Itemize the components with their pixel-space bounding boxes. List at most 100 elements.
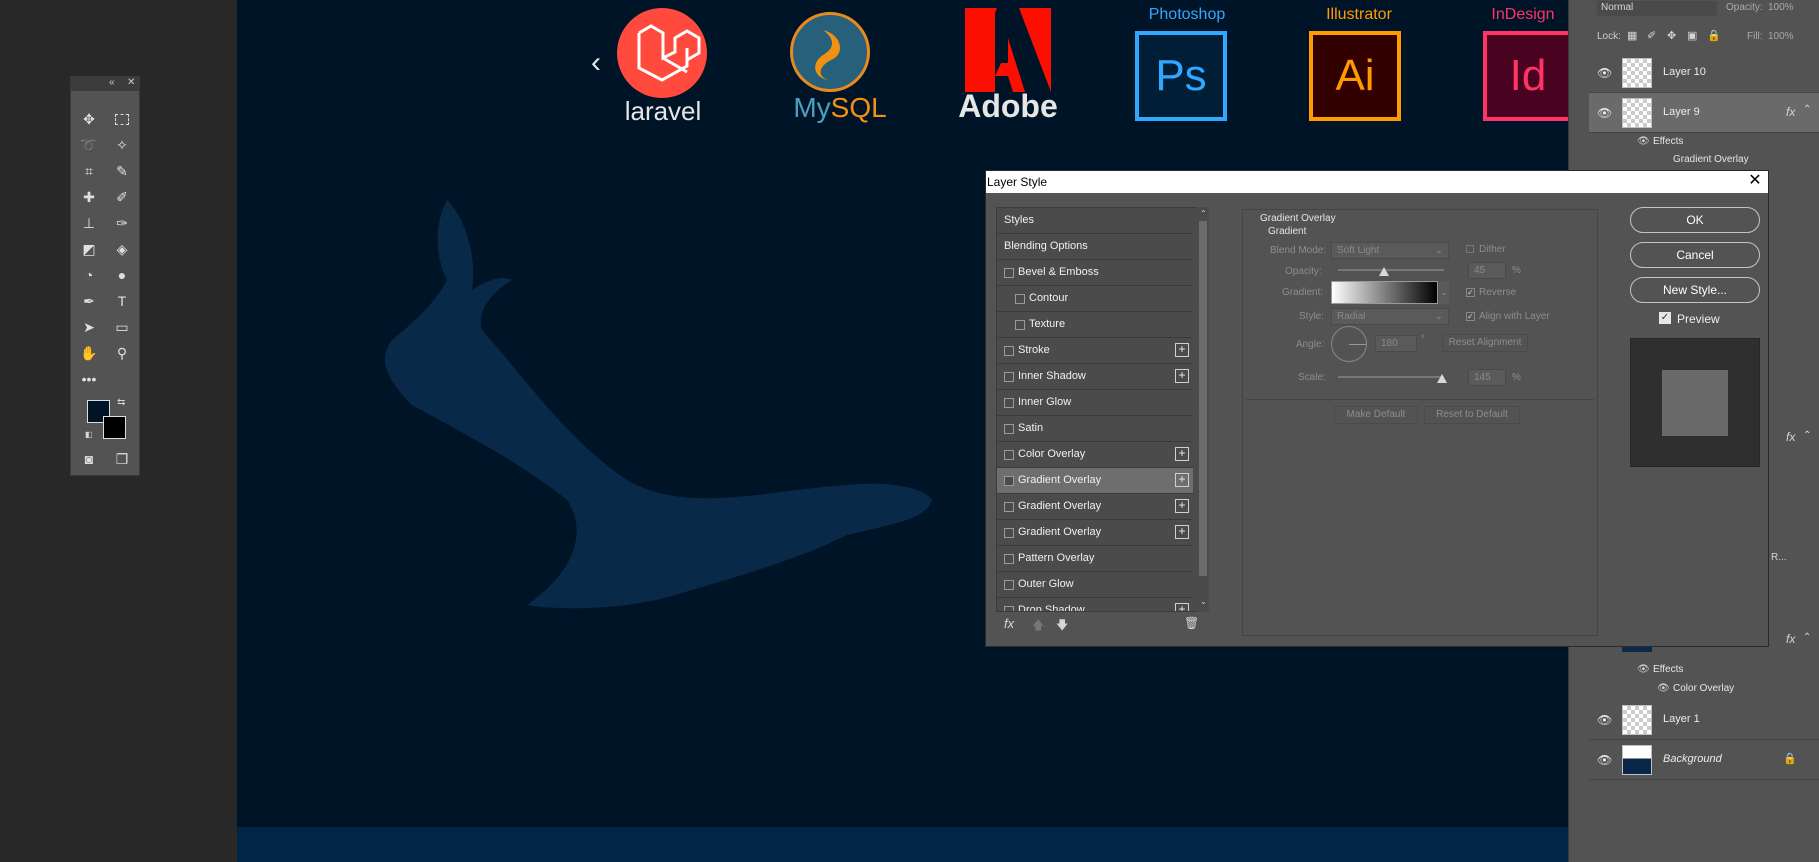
style-checkbox[interactable]: [1004, 502, 1014, 512]
healing-brush-tool-icon[interactable]: ✚: [78, 186, 100, 208]
opacity-value[interactable]: 100%: [1768, 2, 1794, 13]
opacity-slider-track[interactable]: [1338, 269, 1444, 271]
styles-list-scrollbar[interactable]: ⌃ ⌄: [1197, 207, 1209, 612]
carousel-prev-arrow[interactable]: ‹: [591, 46, 601, 80]
dialog-title-bar[interactable]: Layer Style ✕: [986, 171, 1768, 193]
color-overlay-eye-icon[interactable]: 👁: [1657, 683, 1670, 694]
visibility-eye-icon[interactable]: 👁: [1597, 713, 1612, 727]
type-tool-icon[interactable]: T: [111, 290, 133, 312]
lock-pixels-icon[interactable]: ▦: [1627, 29, 1637, 42]
make-default-button[interactable]: Make Default: [1334, 406, 1418, 424]
lasso-tool-icon[interactable]: ➰: [78, 134, 100, 156]
style-checkbox[interactable]: [1004, 450, 1014, 460]
add-style-icon[interactable]: +: [1175, 603, 1189, 611]
lock-artboard-icon[interactable]: ▣: [1687, 29, 1697, 42]
scale-slider-track[interactable]: [1338, 376, 1444, 378]
add-style-icon[interactable]: +: [1175, 473, 1189, 487]
marquee-tool-icon[interactable]: [111, 108, 133, 130]
eraser-tool-icon[interactable]: ◩: [78, 238, 100, 260]
pen-tool-icon[interactable]: ✒: [78, 290, 100, 312]
effects-eye-icon[interactable]: 👁: [1637, 136, 1650, 147]
add-style-icon[interactable]: +: [1175, 447, 1189, 461]
style-item[interactable]: Outer Glow: [997, 572, 1193, 598]
background-color-swatch[interactable]: [103, 416, 126, 439]
expand-effects-icon-3[interactable]: ⌃: [1803, 632, 1811, 643]
style-item[interactable]: Stroke +: [997, 338, 1193, 364]
style-item[interactable]: Pattern Overlay: [997, 546, 1193, 572]
style-checkbox[interactable]: [1015, 294, 1025, 304]
style-checkbox[interactable]: [1004, 476, 1014, 486]
blend-mode-select[interactable]: Soft Light ⌄: [1331, 242, 1449, 259]
lock-position-icon[interactable]: ✥: [1667, 29, 1676, 42]
style-item[interactable]: Gradient Overlay +: [997, 468, 1193, 494]
gradient-picker[interactable]: [1331, 281, 1438, 304]
screen-mode-icon[interactable]: ❐: [111, 448, 133, 470]
style-item[interactable]: Gradient Overlay +: [997, 494, 1193, 520]
reset-alignment-button[interactable]: Reset Alignment: [1442, 334, 1528, 352]
add-style-icon[interactable]: +: [1175, 369, 1189, 383]
move-tool-icon[interactable]: ✥: [78, 108, 100, 130]
visibility-eye-icon[interactable]: 👁: [1597, 66, 1612, 80]
style-item[interactable]: Inner Shadow +: [997, 364, 1193, 390]
style-checkbox[interactable]: [1015, 320, 1025, 330]
add-style-icon[interactable]: +: [1175, 499, 1189, 513]
hand-tool-icon[interactable]: ✋: [78, 342, 100, 364]
gradient-dropdown-icon[interactable]: ⌄: [1439, 281, 1449, 304]
effect-color-overlay[interactable]: Color Overlay: [1673, 683, 1734, 694]
clone-stamp-tool-icon[interactable]: ⊥: [78, 212, 100, 234]
layer-row-layer-10[interactable]: 👁 Layer 10: [1589, 53, 1819, 93]
preview-checkbox[interactable]: ✓: [1659, 312, 1671, 324]
move-up-icon[interactable]: 🡅: [1032, 616, 1044, 637]
style-item[interactable]: Texture: [997, 312, 1193, 338]
angle-dial[interactable]: [1331, 326, 1367, 362]
visibility-eye-icon[interactable]: 👁: [1597, 753, 1612, 767]
layer-fx-badge-2[interactable]: fx: [1786, 430, 1795, 444]
default-colors-icon[interactable]: ◧: [85, 430, 93, 439]
reset-to-default-button[interactable]: Reset to Default: [1424, 406, 1520, 424]
scale-slider-thumb[interactable]: [1437, 374, 1447, 383]
style-item[interactable]: Gradient Overlay +: [997, 520, 1193, 546]
lock-paint-icon[interactable]: ✐: [1647, 29, 1656, 42]
history-brush-tool-icon[interactable]: ✑: [111, 212, 133, 234]
blur-tool-icon[interactable]: ◔: [78, 264, 100, 286]
paint-bucket-tool-icon[interactable]: ◈: [111, 238, 133, 260]
eyedropper-tool-icon[interactable]: ✎: [111, 160, 133, 182]
layer-lock-icon[interactable]: 🔒: [1783, 752, 1797, 765]
visibility-eye-icon[interactable]: 👁: [1597, 106, 1612, 120]
style-item[interactable]: Inner Glow: [997, 390, 1193, 416]
add-style-icon[interactable]: +: [1175, 343, 1189, 357]
collapse-icon[interactable]: «: [109, 77, 115, 88]
scale-input[interactable]: 145: [1468, 369, 1506, 386]
cancel-button[interactable]: Cancel: [1630, 242, 1760, 268]
close-icon[interactable]: ✕: [127, 77, 135, 88]
style-checkbox[interactable]: [1004, 580, 1014, 590]
style-checkbox[interactable]: [1004, 528, 1014, 538]
style-checkbox[interactable]: [1004, 268, 1014, 278]
style-item[interactable]: Contour: [997, 286, 1193, 312]
layer-row-layer-9[interactable]: 👁 Layer 9 fx ⌃: [1589, 93, 1819, 133]
layer-fx-badge[interactable]: fx: [1786, 105, 1795, 119]
crop-tool-icon[interactable]: ⌗: [78, 160, 100, 182]
style-select[interactable]: Radial ⌄: [1331, 308, 1449, 325]
style-checkbox[interactable]: [1004, 554, 1014, 564]
style-checkbox[interactable]: [1004, 372, 1014, 382]
effect-gradient-overlay[interactable]: Gradient Overlay: [1673, 154, 1749, 165]
ok-button[interactable]: OK: [1630, 207, 1760, 233]
align-with-layer-checkbox[interactable]: ✓: [1466, 312, 1475, 321]
scroll-up-icon[interactable]: ⌃: [1200, 209, 1207, 218]
style-item[interactable]: Color Overlay +: [997, 442, 1193, 468]
brush-tool-icon[interactable]: ✐: [111, 186, 133, 208]
add-style-icon[interactable]: +: [1175, 525, 1189, 539]
effects-eye-icon-2[interactable]: 👁: [1637, 664, 1650, 675]
layer-row-background[interactable]: 👁 Background 🔒: [1589, 740, 1819, 780]
dither-checkbox[interactable]: [1466, 245, 1474, 253]
reverse-checkbox[interactable]: ✓: [1466, 288, 1475, 297]
more-tools-icon[interactable]: •••: [78, 368, 100, 390]
style-checkbox[interactable]: [1004, 398, 1014, 408]
new-style-button[interactable]: New Style...: [1630, 277, 1760, 303]
layer-fx-badge-3[interactable]: fx: [1786, 632, 1795, 646]
shape-tool-icon[interactable]: ▭: [111, 316, 133, 338]
style-item[interactable]: Drop Shadow +: [997, 598, 1193, 611]
quick-mask-icon[interactable]: ◙: [78, 448, 100, 470]
layer-row-layer-1[interactable]: 👁 Layer 1: [1589, 700, 1819, 740]
